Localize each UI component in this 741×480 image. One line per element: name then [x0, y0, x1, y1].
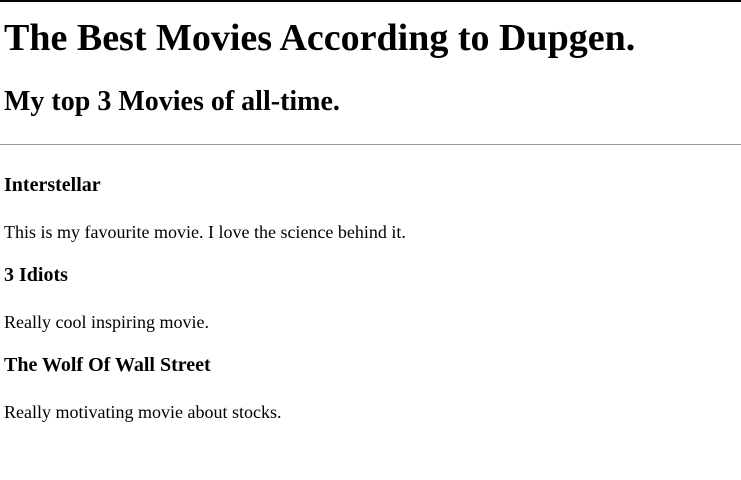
page-subtitle: My top 3 Movies of all-time.	[4, 86, 340, 117]
page-title: The Best Movies According to Dupgen.	[4, 17, 636, 59]
movie-title-wolf-of-wall-street: The Wolf Of Wall Street	[4, 354, 211, 376]
movie-description-wolf-of-wall-street: Really motivating movie about stocks.	[4, 402, 282, 422]
movie-list: Interstellar This is my favourite movie.…	[4, 173, 737, 423]
movie-title-3-idiots: 3 Idiots	[4, 264, 68, 286]
movie-description-interstellar: This is my favourite movie. I love the s…	[4, 222, 406, 242]
movie-title-interstellar: Interstellar	[4, 174, 101, 196]
divider	[0, 144, 741, 145]
movie-description-3-idiots: Really cool inspiring movie.	[4, 312, 209, 332]
page-content: The Best Movies According to Dupgen. My …	[0, 16, 741, 423]
